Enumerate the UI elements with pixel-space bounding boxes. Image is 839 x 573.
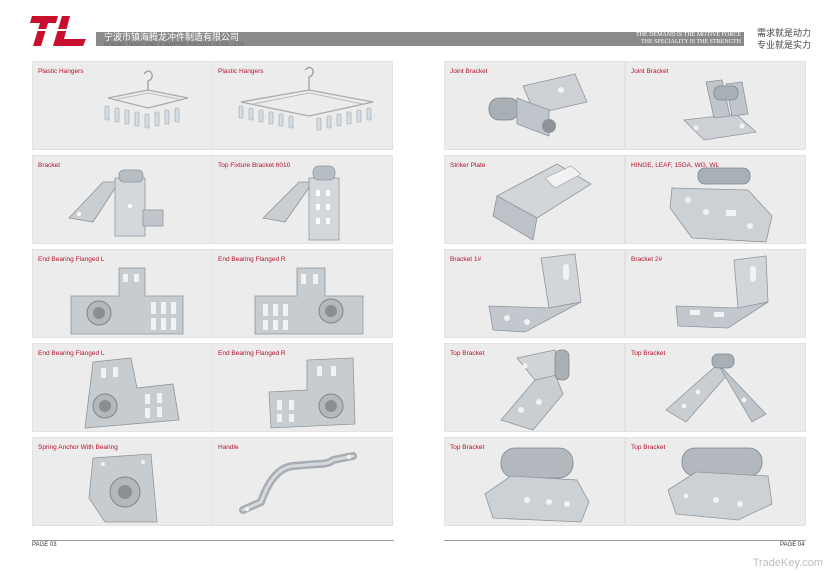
top-fixture-bracket-image [262, 165, 340, 241]
slogan-cn-line-1: 需求就是动力 [756, 28, 811, 38]
product-card-striker-plate[interactable]: Striker Plate [444, 155, 625, 244]
bracket-image [68, 169, 164, 237]
plastic-hanger-image [104, 70, 189, 129]
page-03-footer-rule [32, 540, 394, 541]
product-card-plastic-hangers-2[interactable]: Plastic Hangers [212, 61, 393, 150]
product-card-spring-anchor-with-bearing[interactable]: Spring Anchor With Bearing [32, 437, 213, 526]
product-card-bracket-1[interactable]: Bracket 1# [444, 249, 625, 338]
watermark: TradeKey.com [752, 557, 823, 569]
end-bearing-flanged-r-image [254, 267, 364, 335]
bracket-1-image [488, 253, 582, 333]
handle-image [239, 452, 357, 514]
product-card-plastic-hangers-1[interactable]: Plastic Hangers [32, 61, 213, 150]
end-bearing-flanged-l-image [70, 267, 184, 335]
product-card-end-bearing-flanged-r-2[interactable]: End Bearing Flanged R [212, 343, 393, 432]
end-bearing-flanged-r-image [268, 357, 356, 429]
page-number-03: PAGE 03 [32, 542, 57, 548]
top-bracket-image [667, 447, 773, 521]
top-bracket-image [484, 447, 590, 523]
slogan-en-line-2: THE SPECIALITY IS THE STRENGTH [641, 39, 741, 45]
page-number-04: PAGE 04 [780, 542, 805, 548]
product-card-joint-bracket-2[interactable]: Joint Bracket [625, 61, 806, 150]
slogan-cn-line-2: 专业就是实力 [756, 40, 811, 50]
joint-bracket-image [488, 73, 588, 137]
product-card-bracket[interactable]: Bracket [32, 155, 213, 244]
product-card-top-bracket-3[interactable]: Top Bracket [444, 437, 625, 526]
slogan-en-line-1: THE DEMAND IS THE MOTIVE FORCE [635, 32, 741, 38]
product-card-top-bracket-1[interactable]: Top Bracket [444, 343, 625, 432]
tl-logo-icon [28, 16, 90, 46]
plastic-hanger-image [238, 66, 374, 131]
end-bearing-flanged-l-image [84, 357, 180, 429]
joint-bracket-image [683, 79, 757, 141]
hinge-leaf-image [669, 167, 773, 243]
product-card-hinge-leaf[interactable]: HINGE, LEAF, 15GA, WG, WL [625, 155, 806, 244]
top-bracket-image [500, 349, 570, 431]
product-card-end-bearing-flanged-l-1[interactable]: End Bearing Flanged L [32, 249, 213, 338]
product-card-handle[interactable]: Handle [212, 437, 393, 526]
bracket-2-image [675, 255, 769, 329]
product-card-joint-bracket-1[interactable]: Joint Bracket [444, 61, 625, 150]
product-card-top-bracket-2[interactable]: Top Bracket [625, 343, 806, 432]
product-card-bracket-2[interactable]: Bracket 2# [625, 249, 806, 338]
slogan-cn: 需求就是动力 专业就是实力 [757, 27, 811, 51]
striker-plate-image [492, 163, 592, 241]
product-card-end-bearing-flanged-l-2[interactable]: End Bearing Flanged L [32, 343, 213, 432]
company-name-en: NINGBO TENGLONG STAMPING PRODUCTS CO., L… [104, 42, 245, 48]
spring-anchor-image [88, 453, 158, 523]
catalog-header: 宁波市镇海腾龙冲件制造有限公司 NINGBO TENGLONG STAMPING… [0, 0, 839, 58]
product-card-end-bearing-flanged-r-1[interactable]: End Bearing Flanged R [212, 249, 393, 338]
top-bracket-image [665, 353, 767, 423]
product-card-top-bracket-4[interactable]: Top Bracket [625, 437, 806, 526]
product-card-top-fixture-bracket[interactable]: Top Fixture Bracket 6010 [212, 155, 393, 244]
page-04-footer-rule [444, 540, 806, 541]
slogan-en: THE DEMAND IS THE MOTIVE FORCE THE SPECI… [636, 32, 741, 46]
